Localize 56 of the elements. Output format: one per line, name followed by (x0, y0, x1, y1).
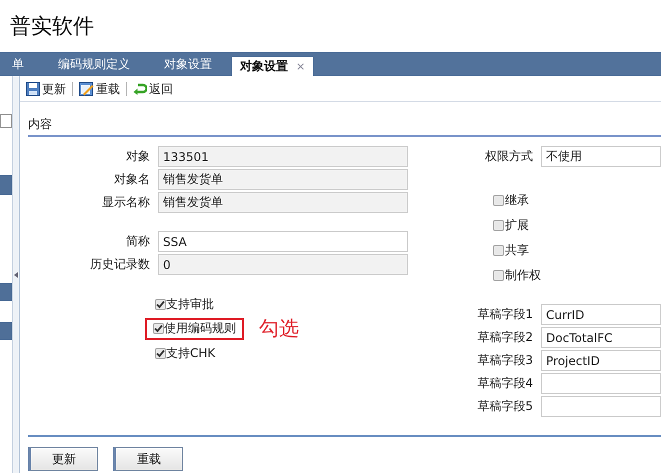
sidebar-item[interactable] (0, 175, 12, 195)
section-title: 内容 (28, 116, 661, 137)
select-field[interactable]: 不使用 (541, 146, 661, 167)
field-label: 草稿字段3 (476, 352, 533, 369)
sidebar-item[interactable] (0, 322, 12, 340)
text-field[interactable]: 0 (158, 254, 408, 275)
text-field[interactable]: DocTotalFC (541, 327, 661, 348)
text-field[interactable] (541, 396, 661, 417)
checkbox-label: 扩展 (505, 217, 529, 234)
tab[interactable]: 单 (0, 52, 38, 76)
checkbox[interactable] (493, 245, 504, 256)
toolbar-button[interactable]: 更新 (26, 80, 66, 98)
field-label: 显示名称 (101, 194, 150, 211)
field-label: 草稿字段2 (476, 329, 533, 346)
app-title: 普实软件 (10, 13, 94, 40)
checkbox-label: 支持审批 (166, 296, 214, 312)
text-field[interactable]: ProjectID (541, 350, 661, 371)
tab[interactable]: 编码规则定义 (44, 52, 144, 76)
text-field[interactable]: CurrID (541, 304, 661, 325)
checkbox-label: 继承 (505, 192, 529, 209)
text-field[interactable] (541, 373, 661, 394)
tab[interactable]: 对象设置 (150, 52, 226, 76)
sidebar-item[interactable] (0, 283, 12, 301)
field-label: 草稿字段1 (476, 306, 533, 323)
back-arrow-icon (133, 83, 147, 95)
field-label: 历史记录数 (89, 256, 150, 273)
field-label: 对象 (125, 148, 150, 165)
toolbar-button[interactable]: 重载 (79, 80, 120, 98)
form-button[interactable]: 更新 (28, 447, 98, 471)
save-icon (26, 82, 40, 96)
field-label: 对象名 (113, 171, 150, 188)
checkbox[interactable] (155, 348, 166, 358)
field-label: 简称 (125, 233, 150, 250)
annotation-text: 勾选 (259, 315, 299, 342)
checkbox-label: 使用编码规则 (164, 320, 236, 337)
collapse-arrow-icon[interactable] (14, 272, 18, 278)
tab[interactable]: 对象设置 × (232, 57, 314, 76)
document-edit-icon (79, 82, 94, 96)
sidebar-field[interactable] (0, 114, 12, 128)
field-label: 草稿字段4 (476, 375, 533, 392)
text-field[interactable]: SSA (158, 231, 408, 252)
checkbox[interactable] (153, 323, 164, 334)
checkbox[interactable] (493, 195, 504, 206)
field-label: 草稿字段5 (476, 398, 533, 415)
checkbox-label: 共享 (505, 242, 529, 259)
toolbar-button[interactable]: 返回 (133, 80, 173, 98)
checkbox-label: 支持CHK (166, 344, 216, 362)
checkbox-label: 制作权 (505, 267, 541, 284)
text-field[interactable]: 133501 (158, 146, 408, 167)
checkbox[interactable] (155, 298, 166, 310)
form-button[interactable]: 重载 (113, 447, 183, 471)
checkbox[interactable] (493, 220, 504, 231)
checkbox[interactable] (493, 270, 504, 281)
field-label: 权限方式 (484, 148, 533, 165)
text-field[interactable]: 销售发货单 (158, 169, 408, 190)
text-field[interactable]: 销售发货单 (158, 192, 408, 213)
